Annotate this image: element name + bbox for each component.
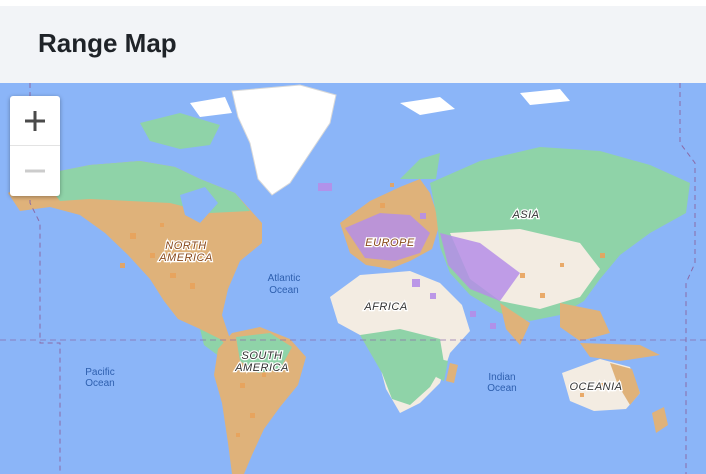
range-map[interactable]: NORTH AMERICA SOUTH AMERICA EUROPE AFRIC… [0, 83, 706, 474]
zoom-control [10, 96, 60, 196]
greenland [231, 84, 337, 196]
zoom-in-button[interactable] [10, 96, 60, 146]
label-north-america-2: AMERICA [158, 252, 213, 264]
label-south-america-1: SOUTH [242, 350, 283, 362]
label-asia: ASIA [511, 209, 539, 221]
label-europe: EUROPE [365, 237, 415, 249]
label-pacific-2: Ocean [85, 378, 114, 389]
label-atlantic-2: Ocean [269, 285, 298, 296]
label-pacific-1: Pacific [85, 367, 114, 378]
plus-icon [25, 110, 45, 131]
page-header: Range Map [0, 6, 706, 83]
label-indian-1: Indian [488, 372, 515, 383]
page-title: Range Map [38, 28, 177, 58]
label-atlantic-1: Atlantic [268, 273, 301, 284]
dateline-east [679, 83, 696, 474]
arctic-islands [140, 113, 220, 149]
label-indian-2: Ocean [487, 383, 516, 394]
label-oceania: OCEANIA [569, 381, 622, 393]
zoom-out-button[interactable] [10, 146, 60, 196]
map-canvas[interactable]: NORTH AMERICA SOUTH AMERICA EUROPE AFRIC… [0, 83, 706, 474]
label-north-america-1: NORTH [165, 240, 206, 252]
minus-icon [25, 169, 45, 173]
label-africa: AFRICA [363, 301, 407, 313]
label-south-america-2: AMERICA [234, 362, 289, 374]
